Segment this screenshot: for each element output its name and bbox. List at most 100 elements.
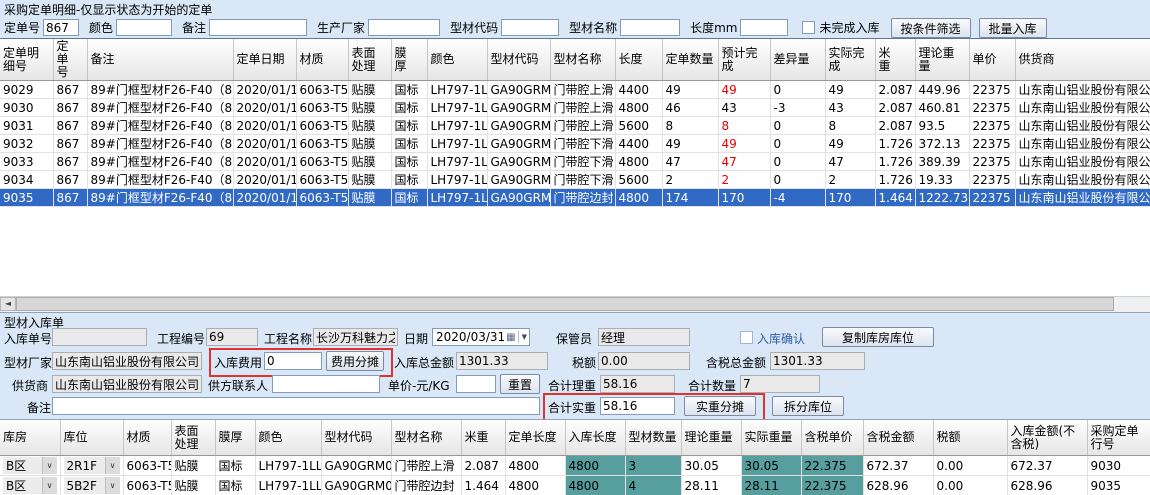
- inbound-column-header[interactable]: 膜厚: [215, 420, 255, 456]
- cell[interactable]: GA90GRM03: [487, 81, 550, 99]
- cell[interactable]: 89#门框型材F26-F40（866+867）: [87, 99, 233, 117]
- horizontal-scrollbar[interactable]: ◄: [0, 296, 1150, 312]
- cell[interactable]: 49: [662, 81, 718, 99]
- cell[interactable]: 门带腔边封: [550, 189, 615, 207]
- filter-by-condition-button[interactable]: 按条件筛选: [891, 18, 971, 38]
- cell[interactable]: 6063-T5: [296, 117, 348, 135]
- order-column-header[interactable]: 膜厚: [391, 39, 427, 81]
- cell[interactable]: GA90GRM03: [487, 99, 550, 117]
- cell[interactable]: 门带腔下滑: [550, 171, 615, 189]
- table-row[interactable]: 903486789#门框型材F26-F40（866+867）2020/01/13…: [0, 171, 1150, 189]
- inbound-column-header[interactable]: 米重: [461, 420, 505, 456]
- cell[interactable]: 2R1F∨: [60, 456, 123, 476]
- order-column-header[interactable]: 差异量: [770, 39, 825, 81]
- cell[interactable]: 22.375: [801, 456, 863, 476]
- table-row[interactable]: B区∨5B2F∨6063-T5贴膜国标LH797-1LL0GA90GRM05门带…: [0, 476, 1150, 495]
- cell[interactable]: 6063-T5: [296, 81, 348, 99]
- cell[interactable]: 867: [53, 171, 87, 189]
- order-column-header[interactable]: 理论重量: [915, 39, 969, 81]
- cell[interactable]: -3: [770, 99, 825, 117]
- total-with-tax-field[interactable]: [770, 352, 865, 370]
- cell[interactable]: 4800: [565, 456, 625, 476]
- order-column-header[interactable]: 米重: [875, 39, 915, 81]
- order-column-header[interactable]: 型材名称: [550, 39, 615, 81]
- cell[interactable]: 0: [770, 153, 825, 171]
- cell[interactable]: 国标: [391, 189, 427, 207]
- combo-arrow-icon[interactable]: ∨: [105, 477, 120, 494]
- remark-input[interactable]: [209, 19, 307, 36]
- cell[interactable]: 0: [770, 81, 825, 99]
- order-column-header[interactable]: 表面处理: [348, 39, 391, 81]
- cell[interactable]: 4400: [615, 135, 662, 153]
- cell[interactable]: 山东南山铝业股份有限公司: [1015, 189, 1150, 207]
- cell[interactable]: 460.81: [915, 99, 969, 117]
- combo-arrow-icon[interactable]: ∨: [42, 477, 57, 494]
- cell[interactable]: 93.5: [915, 117, 969, 135]
- fee-spread-button[interactable]: 费用分摊: [326, 351, 384, 371]
- cell[interactable]: 6063-T5: [123, 476, 171, 495]
- cell[interactable]: 1.726: [875, 153, 915, 171]
- cell[interactable]: 4400: [615, 81, 662, 99]
- cell[interactable]: B区∨: [0, 476, 60, 495]
- manufacturer-input[interactable]: [368, 19, 440, 36]
- scrollbar-thumb[interactable]: [16, 297, 1114, 311]
- inbound-column-header[interactable]: 理论重量: [681, 420, 741, 456]
- cell[interactable]: 9034: [0, 171, 53, 189]
- cell[interactable]: 山东南山铝业股份有限公司: [1015, 99, 1150, 117]
- order-column-header[interactable]: 定单数量: [662, 39, 718, 81]
- project-name-field[interactable]: [313, 328, 398, 346]
- cell[interactable]: 47: [825, 153, 875, 171]
- cell[interactable]: 门带腔上滑: [550, 117, 615, 135]
- cell[interactable]: 22.375: [801, 476, 863, 495]
- inbound-column-header[interactable]: 采购定单行号: [1087, 420, 1150, 456]
- cell[interactable]: 国标: [391, 153, 427, 171]
- factory-field[interactable]: [52, 352, 202, 370]
- cell[interactable]: 22375: [969, 135, 1015, 153]
- length-input[interactable]: [740, 19, 788, 36]
- order-column-header[interactable]: 材质: [296, 39, 348, 81]
- cell[interactable]: 8: [718, 117, 770, 135]
- cell[interactable]: 49: [662, 135, 718, 153]
- cell[interactable]: 国标: [391, 171, 427, 189]
- cell[interactable]: 0: [770, 171, 825, 189]
- cell[interactable]: 国标: [391, 135, 427, 153]
- unfinished-checkbox[interactable]: [802, 21, 815, 34]
- cell[interactable]: 山东南山铝业股份有限公司: [1015, 81, 1150, 99]
- table-row[interactable]: 902986789#门框型材F26-F40（866+867）2020/01/13…: [0, 81, 1150, 99]
- cell[interactable]: GA90GRM04: [487, 171, 550, 189]
- inbound-column-header[interactable]: 含税金额: [863, 420, 933, 456]
- cell[interactable]: LH797-1LL0: [427, 153, 487, 171]
- cell[interactable]: 国标: [215, 476, 255, 495]
- table-row[interactable]: 903286789#门框型材F26-F40（866+867）2020/01/13…: [0, 135, 1150, 153]
- cell[interactable]: 867: [53, 81, 87, 99]
- cell[interactable]: 49: [825, 81, 875, 99]
- cell[interactable]: 贴膜: [348, 135, 391, 153]
- table-row[interactable]: 903086789#门框型材F26-F40（866+867）2020/01/13…: [0, 99, 1150, 117]
- order-column-header[interactable]: 定单号: [53, 39, 87, 81]
- cell[interactable]: LH797-1LL0: [255, 476, 321, 495]
- cell[interactable]: 0.00: [933, 476, 1007, 495]
- table-row[interactable]: B区∨2R1F∨6063-T5贴膜国标LH797-1LL0GA90GRM03门带…: [0, 456, 1150, 476]
- table-row[interactable]: 903386789#门框型材F26-F40（866+867）2020/01/13…: [0, 153, 1150, 171]
- cell[interactable]: 372.13: [915, 135, 969, 153]
- cell[interactable]: 山东南山铝业股份有限公司: [1015, 135, 1150, 153]
- inbound-column-header[interactable]: 税额: [933, 420, 1007, 456]
- inbound-column-header[interactable]: 型材数量: [625, 420, 681, 456]
- cell[interactable]: 门带腔下滑: [550, 153, 615, 171]
- cell[interactable]: 9029: [0, 81, 53, 99]
- cell[interactable]: 628.96: [863, 476, 933, 495]
- cell[interactable]: 22375: [969, 81, 1015, 99]
- inbound-column-header[interactable]: 表面处理: [171, 420, 215, 456]
- cell[interactable]: 9035: [1087, 476, 1150, 495]
- cell[interactable]: 3: [625, 456, 681, 476]
- inbound-confirm-checkbox[interactable]: [740, 331, 753, 344]
- cell[interactable]: 国标: [215, 456, 255, 476]
- date-picker[interactable]: 2020/03/31 ▦ ▼: [432, 328, 530, 346]
- dropdown-arrow-icon[interactable]: ▼: [518, 331, 529, 343]
- order-column-header[interactable]: 供货商: [1015, 39, 1150, 81]
- cell[interactable]: 47: [718, 153, 770, 171]
- cell[interactable]: LH797-1LL0: [427, 135, 487, 153]
- cell[interactable]: 0: [770, 135, 825, 153]
- cell[interactable]: 6063-T5: [296, 135, 348, 153]
- cell[interactable]: 2.087: [875, 117, 915, 135]
